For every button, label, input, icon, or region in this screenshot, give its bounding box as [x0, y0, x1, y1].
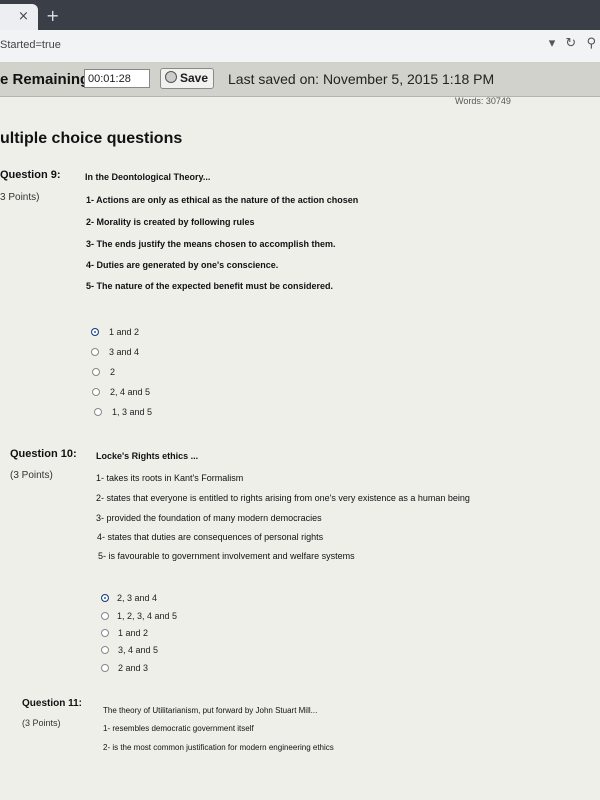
- option-radio[interactable]: [92, 368, 100, 376]
- option-label[interactable]: 2, 4 and 5: [110, 387, 150, 397]
- new-tab-icon[interactable]: +: [46, 6, 59, 25]
- question-points: (3 Points): [22, 718, 61, 728]
- timer-field: 00:01:28: [84, 69, 150, 88]
- statement: 5- is favourable to government involveme…: [98, 551, 355, 561]
- question-points: 3 Points): [0, 192, 40, 203]
- statement: 4- Duties are generated by one's conscie…: [86, 260, 279, 270]
- statement: 2- is the most common justification for …: [103, 743, 334, 752]
- last-saved-text: Last saved on: November 5, 2015 1:18 PM: [228, 71, 495, 87]
- option-label[interactable]: 3 and 4: [109, 347, 139, 357]
- dropdown-arrow-icon[interactable]: ▾: [549, 36, 556, 51]
- url-text[interactable]: Started=true: [0, 39, 61, 51]
- statement: 1- takes its roots in Kant's Formalism: [96, 473, 244, 483]
- question-prompt: The theory of Utilitarianism, put forwar…: [103, 706, 318, 715]
- option-label[interactable]: 1 and 2: [118, 628, 148, 638]
- question-label: Question 10:: [10, 448, 77, 460]
- statement: 2- Morality is created by following rule…: [86, 217, 255, 227]
- option-label[interactable]: 3, 4 and 5: [118, 645, 158, 655]
- option-radio[interactable]: [94, 408, 102, 416]
- search-icon[interactable]: ⚲: [586, 36, 596, 51]
- section-title: ultiple choice questions: [0, 130, 183, 147]
- option-label[interactable]: 1 and 2: [109, 327, 139, 337]
- option-radio[interactable]: [101, 612, 109, 620]
- save-icon: [165, 71, 177, 83]
- question-points: (3 Points): [10, 470, 53, 481]
- option-radio[interactable]: [101, 594, 109, 602]
- reload-icon[interactable]: ↻: [565, 36, 576, 51]
- statement: 3- provided the foundation of many moder…: [96, 513, 322, 523]
- address-bar-icons: ▾ ↻ ⚲: [543, 36, 596, 51]
- browser-tab-bar: × +: [0, 0, 600, 30]
- question-prompt: Locke's Rights ethics ...: [96, 451, 199, 461]
- save-button[interactable]: Save: [160, 68, 214, 89]
- option-label[interactable]: 1, 3 and 5: [112, 407, 152, 417]
- option-radio[interactable]: [101, 646, 109, 654]
- option-radio[interactable]: [92, 388, 100, 396]
- browser-tab[interactable]: ×: [0, 4, 38, 30]
- question-label: Question 11:: [22, 698, 83, 709]
- option-radio[interactable]: [101, 629, 109, 637]
- statement: 3- The ends justify the means chosen to …: [86, 239, 336, 249]
- word-count: Words: 30749: [455, 96, 511, 106]
- time-remaining-label: e Remaining:: [0, 71, 95, 88]
- statement: 2- states that everyone is entitled to r…: [96, 493, 470, 503]
- option-label[interactable]: 2: [110, 367, 115, 377]
- statement: 1- resembles democratic government itsel…: [103, 724, 254, 733]
- option-label[interactable]: 1, 2, 3, 4 and 5: [117, 611, 177, 621]
- option-label[interactable]: 2, 3 and 4: [117, 593, 157, 603]
- statement: 5- The nature of the expected benefit mu…: [86, 281, 334, 291]
- question-label: Question 9:: [0, 169, 61, 181]
- question-page: ultiple choice questions Question 9: 3 P…: [0, 97, 600, 800]
- option-label[interactable]: 2 and 3: [118, 663, 148, 673]
- question-prompt: In the Deontological Theory...: [85, 172, 211, 182]
- option-radio[interactable]: [91, 328, 99, 336]
- exam-status-bar: e Remaining: 00:01:28 Save Last saved on…: [0, 62, 600, 97]
- close-icon[interactable]: ×: [18, 9, 29, 24]
- statement: 1- Actions are only as ethical as the na…: [86, 195, 359, 205]
- option-radio[interactable]: [91, 348, 99, 356]
- option-radio[interactable]: [101, 664, 109, 672]
- save-label: Save: [180, 71, 209, 85]
- address-bar: Started=true ▾ ↻ ⚲: [0, 30, 600, 63]
- statement: 4- states that duties are consequences o…: [97, 532, 324, 542]
